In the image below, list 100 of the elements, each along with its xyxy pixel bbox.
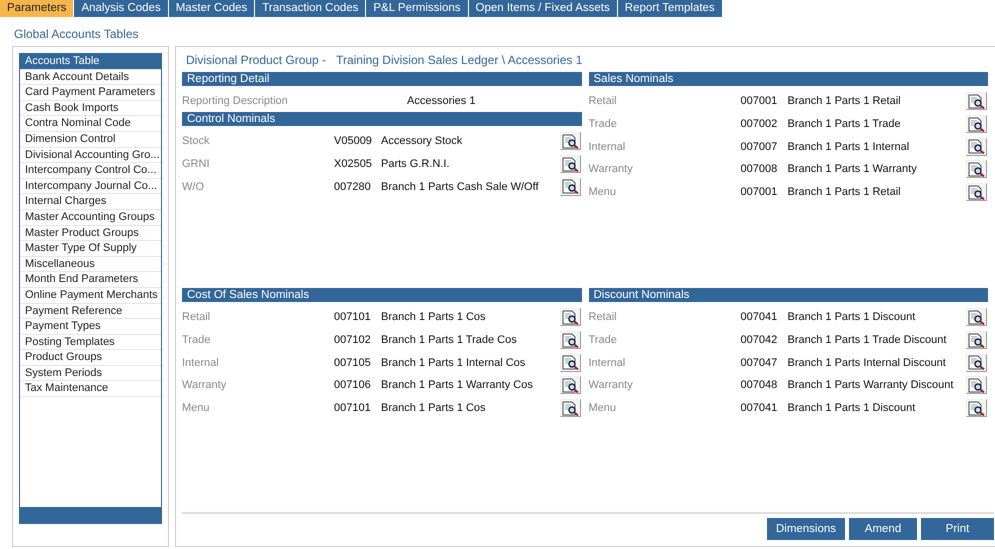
action-button[interactable]: Dimensions: [767, 518, 845, 540]
document-search-icon: [968, 162, 985, 177]
list-item[interactable]: Posting Templates: [20, 334, 161, 350]
tab[interactable]: Transaction Codes: [255, 0, 366, 17]
field-label: Menu: [588, 402, 618, 414]
list-item[interactable]: Intercompany Control Co...: [20, 163, 161, 179]
field-label: Retail: [182, 311, 212, 324]
nominal-code: 007041: [740, 402, 778, 414]
field-label: Internal: [182, 356, 220, 369]
nominal-code: 007048: [740, 379, 778, 392]
nominal-code: 007001: [740, 186, 778, 198]
tab[interactable]: Analysis Codes: [74, 0, 169, 17]
document-search-icon: [562, 378, 578, 393]
nominal-description: Branch 1 Parts 1 Warranty: [788, 163, 918, 176]
list-item[interactable]: Intercompany Journal Co...: [20, 178, 161, 194]
document-search-icon: [968, 355, 985, 370]
nominal-code: 007280: [334, 180, 372, 193]
document-search-icon: [562, 134, 578, 149]
list-item[interactable]: Product Groups: [20, 350, 161, 366]
section-header: Sales Nominals: [588, 72, 988, 86]
field-label: Internal: [588, 140, 626, 153]
field-label: Trade: [588, 334, 618, 346]
field-value: Accessories 1: [407, 95, 476, 107]
list-item[interactable]: Divisional Accounting Gro...: [20, 148, 161, 164]
document-search-icon: [968, 378, 985, 393]
list-item[interactable]: Cash Book Imports: [20, 100, 161, 116]
document-search-icon: [562, 156, 578, 172]
list-item[interactable]: Internal Charges: [20, 194, 161, 210]
lookup-button[interactable]: [966, 399, 987, 418]
list-item[interactable]: Accounts Table: [20, 54, 161, 70]
document-search-icon: [562, 179, 578, 194]
lookup-button[interactable]: [966, 92, 987, 110]
nominal-description: Parts G.R.N.I.: [381, 158, 450, 170]
lookup-button[interactable]: [560, 376, 580, 394]
list-item[interactable]: Master Type Of Supply: [20, 241, 161, 257]
list-item[interactable]: Payment Reference: [20, 304, 161, 320]
lookup-button[interactable]: [966, 183, 987, 202]
list-item[interactable]: Card Payment Parameters: [20, 85, 161, 101]
field-label: Retail: [588, 95, 618, 108]
lookup-button[interactable]: [966, 354, 987, 372]
lookup-button[interactable]: [966, 115, 987, 134]
list-item[interactable]: Month End Parameters: [20, 272, 161, 288]
nominal-code: 007105: [334, 356, 372, 369]
document-search-icon: [968, 400, 985, 416]
tab[interactable]: Open Items / Fixed Assets: [468, 0, 618, 17]
tab[interactable]: Master Codes: [168, 0, 256, 17]
group-label: Divisional Product Group -: [186, 53, 326, 69]
field-label: Trade: [588, 118, 618, 130]
nominal-code: 007047: [740, 356, 778, 369]
field-label: W/O: [182, 180, 205, 193]
tab[interactable]: Report Templates: [618, 0, 723, 17]
nominal-code: 007002: [740, 118, 778, 130]
nominal-description: Branch 1 Parts 1 Cos: [381, 402, 487, 414]
lookup-button[interactable]: [560, 331, 580, 350]
list-item[interactable]: Dimension Control: [20, 132, 161, 148]
field-label: Menu: [182, 402, 211, 414]
page-title: Global Accounts Tables: [13, 26, 140, 43]
list-item[interactable]: Bank Account Details: [20, 70, 161, 86]
list-item[interactable]: Master Accounting Groups: [20, 210, 161, 226]
list-item[interactable]: Online Payment Merchants: [20, 288, 161, 304]
tab[interactable]: P&L Permissions: [366, 0, 469, 17]
section-header: Cost Of Sales Nominals: [182, 288, 582, 302]
list-item[interactable]: Tax Maintenance: [20, 381, 161, 398]
nominal-description: Branch 1 Parts 1 Cos: [381, 311, 487, 324]
nominal-description: Branch 1 Parts Cash Sale W/Off: [381, 180, 540, 193]
lookup-button[interactable]: [560, 308, 580, 326]
list-item[interactable]: Miscellaneous: [20, 256, 161, 272]
list-item[interactable]: Contra Nominal Code: [20, 116, 161, 132]
nominal-description: Branch 1 Parts 1 Retail: [788, 95, 902, 108]
list-item[interactable]: System Periods: [20, 366, 161, 382]
lookup-button[interactable]: [966, 308, 987, 326]
document-search-icon: [562, 332, 578, 348]
tab[interactable]: Parameters: [0, 0, 74, 17]
lookup-button[interactable]: [560, 132, 580, 150]
nominal-description: Branch 1 Parts 1 Trade Cos: [381, 334, 518, 346]
lookup-button[interactable]: [966, 331, 987, 350]
action-button[interactable]: Print: [921, 518, 994, 540]
lookup-button[interactable]: [560, 354, 580, 372]
nominal-code: 007041: [740, 311, 778, 324]
document-search-icon: [968, 184, 985, 200]
action-button[interactable]: Amend: [849, 518, 917, 540]
lookup-button[interactable]: [560, 155, 580, 174]
nominal-description: Branch 1 Parts 1 Discount: [788, 311, 916, 324]
list-item[interactable]: Payment Types: [20, 319, 161, 335]
lookup-button[interactable]: [966, 138, 987, 156]
nominal-code: 007106: [334, 379, 372, 392]
lookup-button[interactable]: [966, 160, 987, 178]
list-item[interactable]: Master Product Groups: [20, 226, 161, 242]
lookup-button[interactable]: [560, 178, 580, 196]
document-search-icon: [968, 310, 985, 325]
nominal-description: Branch 1 Parts 1 Trade: [788, 118, 902, 130]
nominal-description: Branch 1 Parts Internal Discount: [788, 356, 947, 369]
lookup-button[interactable]: [966, 376, 987, 394]
field-label: Warranty: [588, 379, 634, 392]
nominal-description: Branch 1 Parts 1 Warranty Cos: [381, 379, 534, 392]
section-header: Reporting Detail: [182, 72, 582, 86]
lookup-button[interactable]: [560, 399, 580, 418]
document-search-icon: [562, 310, 578, 325]
document-search-icon: [562, 355, 578, 370]
document-search-icon: [968, 332, 985, 348]
